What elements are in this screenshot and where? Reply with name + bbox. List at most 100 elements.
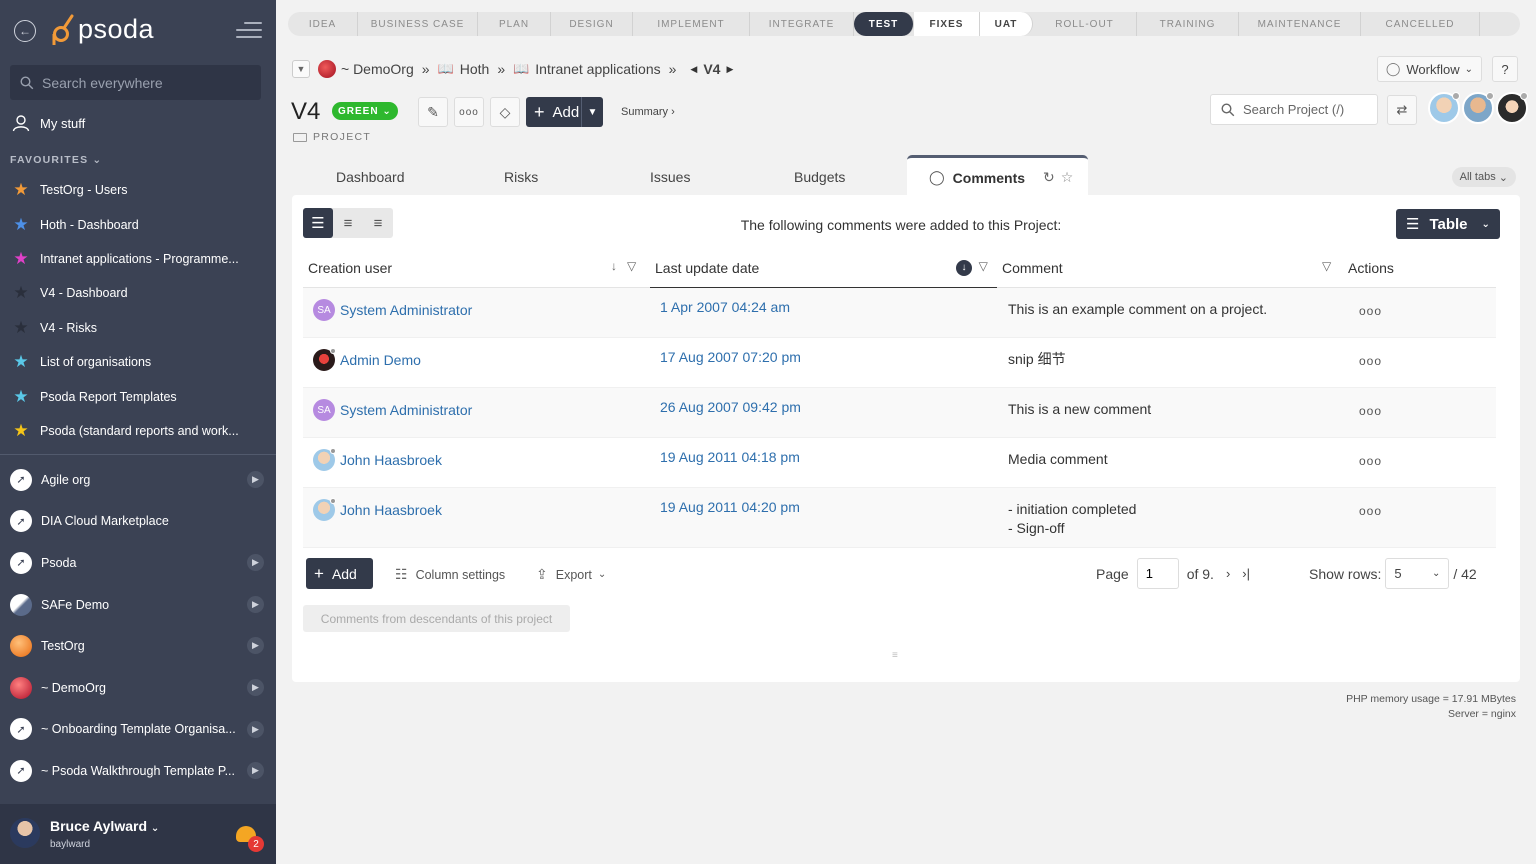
sidebar-favourite-item[interactable]: ★ Psoda Report Templates	[0, 379, 276, 413]
last-page-icon[interactable]: ›|	[1242, 566, 1250, 581]
all-tabs-button[interactable]: All tabs ⌄	[1451, 167, 1516, 187]
page-input[interactable]	[1136, 558, 1179, 589]
sidebar-org-item[interactable]: ➚ ~ Onboarding Template Organisa... ▶	[0, 709, 276, 751]
logo[interactable]: psoda	[50, 12, 154, 46]
phase-training[interactable]: TRAINING	[1137, 12, 1239, 36]
creation-user-link[interactable]: SA System Administrator	[313, 399, 472, 421]
sidebar-favourite-item[interactable]: ★ V4 - Risks	[0, 311, 276, 345]
next-icon[interactable]: ▶	[726, 64, 733, 75]
descendants-comments-button[interactable]: Comments from descendants of this projec…	[303, 605, 570, 632]
column-settings-button[interactable]: ☷ Column settings	[395, 566, 505, 583]
project-search[interactable]	[1210, 94, 1378, 125]
chevron-right-icon[interactable]: ▶	[247, 595, 264, 613]
sidebar-org-item[interactable]: SAFe Demo ▶	[0, 584, 276, 626]
tab-comments[interactable]: ◯ Comments ↻ ☆	[907, 155, 1088, 197]
tab-dashboard[interactable]: Dashboard	[336, 169, 405, 185]
chevron-right-icon[interactable]: ▶	[247, 637, 264, 655]
sidebar-favourite-item[interactable]: ★ Hoth - Dashboard	[0, 207, 276, 241]
status-badge[interactable]: GREEN ⌄	[332, 102, 398, 120]
avatar[interactable]	[1496, 92, 1528, 124]
phase-plan[interactable]: PLAN	[478, 12, 551, 36]
creation-user-link[interactable]: Admin Demo	[313, 348, 421, 371]
chevron-down-icon[interactable]: ▼	[581, 97, 603, 127]
row-actions-icon[interactable]: ooo	[1359, 304, 1382, 318]
sidebar-favourite-item[interactable]: ★ List of organisations	[0, 345, 276, 379]
my-stuff-link[interactable]: My stuff	[12, 114, 85, 132]
sidebar-org-item[interactable]: ➚ DIA Cloud Marketplace	[0, 501, 276, 543]
filter-icon[interactable]: ▽	[1322, 259, 1331, 273]
project-search-input[interactable]	[1243, 102, 1373, 117]
star-icon[interactable]: ☆	[1061, 169, 1074, 186]
last-update-date-link[interactable]: 19 Aug 2011 04:18 pm	[660, 449, 800, 465]
edit-button[interactable]: ✎	[418, 97, 448, 127]
last-update-date-link[interactable]: 26 Aug 2007 09:42 pm	[660, 399, 801, 415]
phase-business-case[interactable]: BUSINESS CASE	[358, 12, 478, 36]
chevron-right-icon[interactable]: ▶	[247, 720, 264, 738]
sidebar-favourite-item[interactable]: ★ V4 - Dashboard	[0, 276, 276, 310]
rows-select[interactable]: 5 ⌄	[1385, 558, 1450, 589]
phase-design[interactable]: DESIGN	[551, 12, 633, 36]
phase-fixes[interactable]: FIXES	[914, 12, 980, 36]
tag-button[interactable]: ◇	[490, 97, 520, 127]
tab-risks[interactable]: Risks	[504, 169, 538, 185]
sidebar-favourite-item[interactable]: ★ TestOrg - Users	[0, 173, 276, 207]
more-button[interactable]: ooo	[454, 97, 484, 127]
column-creation-user[interactable]: Creation user	[308, 260, 392, 276]
export-button[interactable]: ⇪ Export ⌄	[536, 566, 606, 583]
share-button[interactable]: ⇄	[1387, 95, 1417, 125]
avatar[interactable]	[10, 818, 40, 848]
filter-icon[interactable]: ▽	[627, 259, 636, 273]
notifications-icon[interactable]: 2	[236, 824, 264, 852]
row-actions-icon[interactable]: ooo	[1359, 404, 1382, 418]
chevron-right-icon[interactable]: ▶	[247, 678, 264, 696]
user-bar[interactable]: Bruce Aylward ⌄ baylward 2	[0, 804, 276, 864]
last-update-date-link[interactable]: 1 Apr 2007 04:24 am	[660, 299, 790, 315]
workflow-button[interactable]: ◯ Workflow ⌄	[1376, 56, 1482, 82]
phase-maintenance[interactable]: MAINTENANCE	[1239, 12, 1361, 36]
last-update-date-link[interactable]: 19 Aug 2011 04:20 pm	[660, 499, 800, 515]
avatar[interactable]	[1428, 92, 1460, 124]
add-button[interactable]: + Add ▼	[526, 97, 603, 127]
breadcrumb-programme[interactable]: 📖 Hoth	[438, 61, 490, 77]
sidebar-org-item[interactable]: ➚ ~ Psoda Walkthrough Template P... ▶	[0, 750, 276, 792]
back-icon[interactable]: ←	[14, 20, 36, 42]
sidebar-favourite-item[interactable]: ★ Psoda (standard reports and work...	[0, 414, 276, 448]
user-name[interactable]: Bruce Aylward ⌄	[50, 818, 159, 834]
breadcrumb-toggle[interactable]: ▼	[292, 60, 310, 78]
breadcrumb-sub[interactable]: 📖 Intranet applications	[513, 61, 661, 77]
refresh-icon[interactable]: ↻	[1043, 169, 1055, 186]
filter-icon[interactable]: ▽	[979, 259, 988, 273]
row-actions-icon[interactable]: ooo	[1359, 354, 1382, 368]
view-select-button[interactable]: ☰ Table ⌄	[1396, 209, 1500, 239]
column-last-update-date[interactable]: Last update date	[655, 260, 759, 276]
avatar[interactable]	[1462, 92, 1494, 124]
row-actions-icon[interactable]: ooo	[1359, 504, 1382, 518]
sidebar-org-item[interactable]: ➚ Agile org ▶	[0, 459, 276, 501]
creation-user-link[interactable]: John Haasbroek	[313, 498, 442, 521]
breadcrumb-org[interactable]: ~ DemoOrg	[318, 60, 414, 78]
tab-budgets[interactable]: Budgets	[794, 169, 845, 185]
previous-icon[interactable]: ◀	[690, 64, 697, 75]
tab-issues[interactable]: Issues	[650, 169, 690, 185]
phase-cancelled[interactable]: CANCELLED	[1361, 12, 1480, 36]
column-comment[interactable]: Comment	[1002, 260, 1063, 276]
help-button[interactable]: ?	[1492, 56, 1518, 82]
sidebar-favourite-item[interactable]: ★ Intranet applications - Programme...	[0, 242, 276, 276]
favourites-header[interactable]: FAVOURITES ⌄	[10, 154, 102, 166]
row-actions-icon[interactable]: ooo	[1359, 454, 1382, 468]
chevron-right-icon[interactable]: ▶	[247, 471, 264, 488]
phase-integrate[interactable]: INTEGRATE	[750, 12, 854, 36]
phase-implement[interactable]: IMPLEMENT	[633, 12, 750, 36]
summary-link[interactable]: Summary ›	[621, 106, 675, 118]
add-comment-button[interactable]: + Add	[306, 558, 373, 589]
next-page-icon[interactable]: ›	[1226, 566, 1230, 581]
sort-desc-icon[interactable]: ↓	[956, 259, 972, 276]
sort-icon[interactable]: ↓	[611, 259, 617, 273]
global-search[interactable]	[10, 65, 261, 100]
sidebar-org-item[interactable]: ~ DemoOrg ▶	[0, 667, 276, 709]
sidebar-org-item[interactable]: TestOrg ▶	[0, 625, 276, 667]
global-search-input[interactable]	[42, 74, 242, 91]
last-update-date-link[interactable]: 17 Aug 2007 07:20 pm	[660, 349, 801, 365]
menu-collapse-icon[interactable]	[236, 22, 262, 43]
chevron-right-icon[interactable]: ▶	[247, 762, 264, 780]
